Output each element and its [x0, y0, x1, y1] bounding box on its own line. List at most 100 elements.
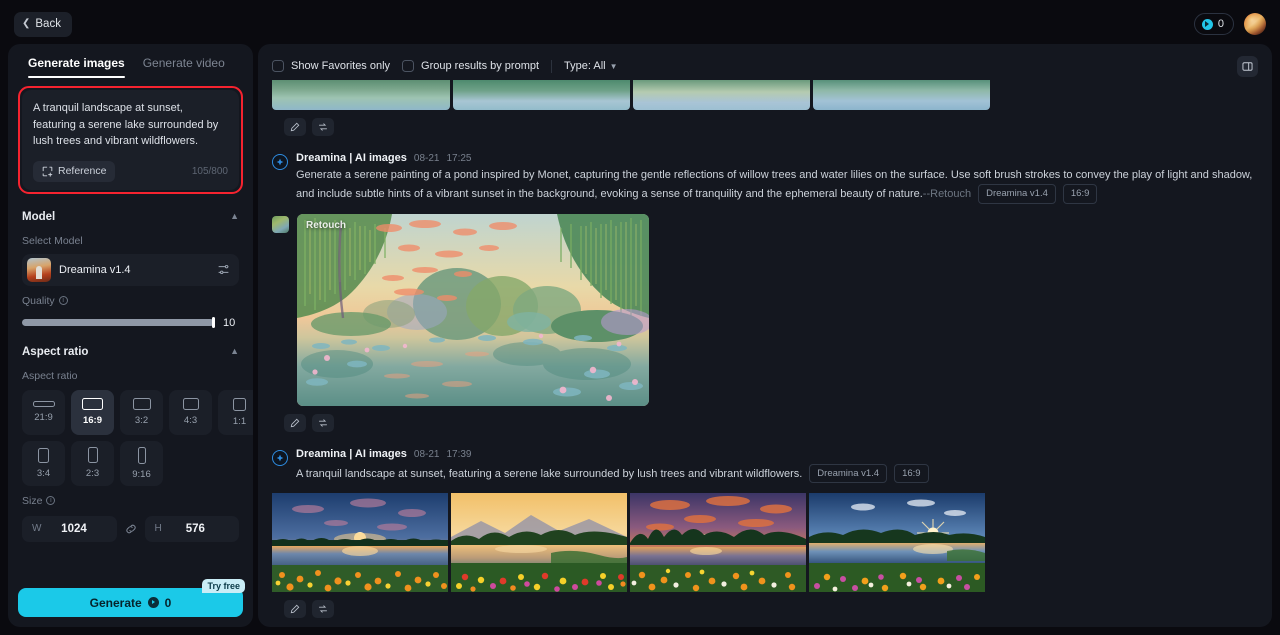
result-image-row: Retouch [272, 213, 1258, 406]
result-thumbnail[interactable] [633, 80, 810, 110]
aspect-ratio-shape-icon [233, 397, 246, 411]
aspect-ratio-label: 9:16 [132, 468, 151, 480]
aspect-ratio-section-header[interactable]: Aspect ratio ▲ [8, 343, 253, 361]
quality-slider[interactable] [22, 317, 215, 328]
regenerate-result-button[interactable] [312, 600, 334, 619]
size-inputs: W 1024 H 576 [8, 515, 253, 542]
width-field[interactable]: W 1024 [22, 515, 117, 542]
aspect-ratio-label: 3:4 [36, 467, 51, 479]
aspect-ratio-shape-icon [137, 446, 146, 464]
edit-result-button[interactable] [284, 413, 306, 432]
model-section-header[interactable]: Model ▲ [8, 208, 253, 226]
result-item: Dreamina | AI images 08-21 17:25 Generat… [272, 152, 1258, 432]
reference-button[interactable]: Reference [33, 160, 116, 182]
result-actions [272, 413, 1258, 432]
height-input[interactable]: 576 [162, 523, 229, 535]
height-key: H [154, 523, 162, 534]
regenerate-result-button[interactable] [312, 413, 334, 432]
aspect-ratio-label: 2:3 [85, 468, 100, 479]
aspect-ratio-option-3-4[interactable]: 3:4 [22, 440, 65, 486]
try-free-badge: Try free [202, 579, 245, 593]
user-avatar[interactable] [1244, 13, 1266, 35]
tab-generate-images[interactable]: Generate images [28, 56, 125, 78]
checkbox-icon[interactable] [402, 60, 415, 72]
aspect-ratio-option-3-2[interactable]: 3:2 [120, 389, 163, 435]
aspect-ratio-label: 16:9 [82, 415, 102, 426]
quality-label: Quality i [8, 295, 253, 307]
checkbox-icon[interactable] [272, 60, 284, 72]
aspect-ratio-option-21-9[interactable]: 21:9 [22, 389, 65, 435]
result-prompt-text: Generate a serene painting of a pond ins… [296, 169, 1253, 200]
width-key: W [32, 523, 42, 534]
tab-generate-video-label: Generate video [142, 56, 225, 70]
chevron-down-icon: ▼ [609, 61, 618, 71]
result-tag-ratio: 16:9 [894, 463, 929, 484]
quality-slider-row: 10 [8, 317, 253, 329]
aspect-ratio-option-9-16[interactable]: 9:16 [120, 440, 163, 486]
quality-slider-handle[interactable] [212, 317, 215, 328]
back-button[interactable]: ❮ Back [14, 11, 72, 37]
top-bar-right: 0 [1193, 13, 1266, 35]
results-panel: Show Favorites only Group results by pro… [258, 44, 1272, 627]
select-model-label: Select Model [8, 235, 253, 247]
aspect-ratio-sub-text: Aspect ratio [22, 369, 78, 382]
result-thumbnail[interactable] [453, 80, 630, 110]
info-icon[interactable]: i [46, 496, 56, 505]
prompt-input[interactable]: A tranquil landscape at sunset, featurin… [33, 100, 228, 150]
chevron-up-icon[interactable]: ▲ [230, 347, 239, 356]
retouch-overlay-label: Retouch [306, 219, 346, 231]
aspect-ratio-option-1-1[interactable]: 1:1 [218, 389, 253, 435]
result-date: 08-21 [413, 448, 440, 460]
link-icon[interactable] [124, 522, 138, 536]
type-filter-dropdown[interactable]: Type: All ▼ [564, 60, 618, 72]
group-by-prompt-checkbox[interactable]: Group results by prompt [402, 60, 539, 72]
previous-result-strip [272, 80, 1258, 110]
source-image-thumbnail[interactable] [272, 215, 289, 233]
aspect-ratio-option-2-3[interactable]: 2:3 [71, 440, 114, 486]
prompt-input-container[interactable]: A tranquil landscape at sunset, featurin… [22, 90, 239, 190]
regenerate-result-button[interactable] [312, 118, 334, 136]
width-input[interactable]: 1024 [41, 523, 106, 535]
aspect-ratio-shape-icon [32, 401, 55, 407]
height-field[interactable]: H 576 [144, 515, 239, 542]
chevron-up-icon[interactable]: ▲ [230, 212, 239, 221]
result-meta: Dreamina | AI images 08-21 17:39 [296, 448, 1258, 460]
credit-coin-icon [1201, 18, 1213, 30]
select-model-text: Select Model [22, 234, 83, 247]
tab-generate-video[interactable]: Generate video [143, 56, 225, 78]
back-button-label: Back [35, 18, 61, 30]
edit-result-button[interactable] [284, 118, 306, 136]
generate-area: Try free Generate 0 [18, 579, 245, 617]
result-thumbnail[interactable] [272, 80, 450, 110]
show-favorites-checkbox[interactable]: Show Favorites only [272, 60, 390, 72]
generated-image-monet-pond[interactable]: Retouch [297, 213, 649, 406]
credits-pill[interactable]: 0 [1193, 13, 1234, 35]
sidebar-tabs: Generate images Generate video [8, 44, 253, 78]
generated-image-sunset-lake-2[interactable] [451, 493, 627, 593]
aspect-ratio-shape-icon [38, 447, 49, 463]
aspect-ratio-option-16-9[interactable]: 16:9 [71, 389, 114, 435]
info-icon[interactable]: i [58, 296, 68, 305]
generated-image-sunset-lake-4[interactable] [809, 493, 985, 593]
result-tag-model: Dreamina v1.4 [978, 183, 1056, 204]
aspect-ratio-shape-icon [82, 398, 103, 410]
model-name: Dreamina v1.4 [59, 263, 131, 276]
panel-toggle-button[interactable] [1237, 55, 1258, 77]
result-item: Dreamina | AI images 08-21 17:39 A tranq… [272, 448, 1258, 619]
edit-result-button[interactable] [284, 600, 306, 619]
generated-image-sunset-lake-3[interactable] [630, 493, 806, 593]
generated-image-sunset-lake-1[interactable] [272, 493, 448, 593]
character-counter: 105/800 [191, 165, 228, 177]
aspect-ratio-label: 21:9 [34, 412, 53, 423]
top-bar: ❮ Back 0 [0, 0, 1280, 48]
result-thumbnail[interactable] [813, 80, 990, 110]
sliders-icon[interactable] [217, 263, 230, 276]
aspect-ratio-option-4-3[interactable]: 4:3 [169, 389, 212, 435]
model-selector[interactable]: Dreamina v1.4 [22, 253, 239, 286]
result-date: 08-21 [413, 153, 440, 164]
chevron-left-icon: ❮ [22, 18, 31, 29]
credit-coin-icon [147, 597, 159, 608]
aspect-ratio-label: 4:3 [183, 415, 198, 426]
type-filter-label: Type: All [564, 60, 606, 72]
quality-value: 10 [223, 316, 236, 329]
